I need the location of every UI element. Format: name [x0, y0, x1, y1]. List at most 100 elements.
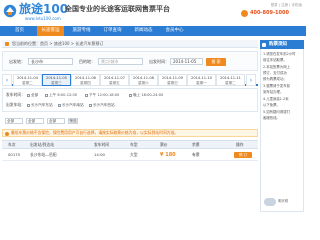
main-panel: 您当前的位置：首页 > 旅途100 > 长途汽车票预订 出发地： 长沙市 目的地…: [2, 40, 258, 212]
date-tab-weekday: 星期四: [80, 81, 91, 85]
checkbox-icon[interactable]: [27, 93, 30, 97]
checkbox-icon[interactable]: [58, 103, 61, 107]
date-tab-weekday: 星期六: [138, 81, 149, 85]
checkbox-icon[interactable]: [85, 93, 88, 97]
notice-bar: 最低车票价格不含保险，保险费用用户可自行选择，请按实际取票价格为准，以实际到站时…: [2, 129, 258, 137]
warning-icon: [5, 131, 9, 136]
date-label: 出发时间：: [149, 59, 169, 64]
date-input[interactable]: 2014-11-05: [170, 58, 203, 65]
cell-code: 00175: [8, 152, 21, 157]
search-form: 出发地： 长沙市 目的地： 景点/城市 出发时间： 2014-11-05 搜 索: [2, 51, 258, 71]
nav-item-tour[interactable]: 旅游专线: [68, 26, 95, 36]
breadcrumb: 您当前的位置：首页 > 旅途100 > 长途汽车票预订: [2, 40, 258, 48]
cloud-icon: [264, 198, 276, 206]
main-nav: 首页 长途客运 旅游专线 订单查询 新闻动态 会员中心: [0, 26, 306, 36]
time-filter-label: 发车时间：: [6, 92, 25, 97]
notice-item: 前往车站取票。: [263, 58, 287, 62]
cell-stations: 长沙东站—岳阳: [30, 152, 57, 157]
col-header-seats: 余票: [192, 142, 200, 147]
notice-item: 客服热线。: [263, 116, 280, 120]
time-option[interactable]: 上午 6:00-12:00: [45, 92, 77, 98]
filter-button[interactable]: 筛选: [68, 118, 78, 124]
checkbox-icon[interactable]: [27, 103, 30, 107]
checkbox-icon[interactable]: [89, 103, 92, 107]
time-option[interactable]: 全部: [27, 92, 38, 98]
col-header-action: 操作: [236, 142, 244, 147]
from-input[interactable]: 长沙市: [28, 58, 73, 65]
time-option-label: 下午 12:00-18:00: [89, 93, 120, 97]
date-tab[interactable]: 2014-11-07 星期五: [100, 74, 129, 86]
side-panel-body: 1.请您在发车前2小时 前往车站取票。 2.本站售票为网上 预订，支付成功 即为…: [260, 49, 304, 212]
table-row: 00175 长沙东站—岳阳 14:00 大型 ¥ 180 有票 预 订: [2, 149, 258, 161]
station-option-label: 长沙汽车东站: [31, 103, 53, 107]
weather-text: 明天晴: [278, 199, 289, 203]
nav-item-news[interactable]: 新闻动态: [130, 26, 157, 36]
station-option[interactable]: 长沙汽车东站: [27, 102, 53, 108]
breadcrumb-text[interactable]: 您当前的位置：首页 > 旅途100 > 长途汽车票预订: [12, 41, 103, 46]
date-tab-weekday: 星期三: [51, 81, 62, 85]
sort-select[interactable]: 全部: [47, 118, 65, 124]
sort-select[interactable]: 全部: [26, 118, 44, 124]
date-tab-weekday: 星期日: [167, 81, 178, 85]
side-panel-title: 购票须知: [260, 40, 304, 49]
cell-seats: 有票: [192, 152, 200, 157]
notice-item: 3.退票请于发车前: [263, 84, 290, 88]
col-header-type: 车型: [130, 142, 138, 147]
sort-select[interactable]: 全部: [5, 118, 23, 124]
sort-bar: 全部 全部 全部 筛选: [2, 115, 258, 126]
from-label: 出发地：: [9, 59, 25, 64]
nav-item-member[interactable]: 会员中心: [161, 26, 188, 36]
to-label: 目的地：: [79, 59, 95, 64]
next-date-button[interactable]: ›: [246, 74, 256, 86]
date-tab[interactable]: 2014-11-10 星期一: [187, 74, 216, 86]
station-option-label: 长沙汽车西站: [93, 103, 115, 107]
date-tab[interactable]: 2014-11-09 星期日: [158, 74, 187, 86]
notice-text: 最低车票价格不含保险，保险费用用户可自行选择，请按实际取票价格为准，以实际到站时…: [11, 130, 179, 135]
station-option-label: 长沙汽车南站: [62, 103, 84, 107]
notice-item: 5.如有疑问请拨打: [263, 110, 290, 114]
time-option[interactable]: 下午 12:00-18:00: [85, 92, 119, 98]
top-links[interactable]: 登录 | 注册 | 手机版: [271, 3, 302, 7]
search-button[interactable]: 搜 索: [206, 58, 226, 66]
notice-item: 到车站办理。: [263, 90, 284, 94]
results-table-header: 车次 出发站/到达站 发车时间 车型 票价 余票 操作: [2, 140, 258, 149]
date-tab[interactable]: 2014-11-08 星期六: [129, 74, 158, 86]
station-filter-label: 出发车站：: [6, 102, 25, 107]
date-tab[interactable]: 2014-11-11 星期二: [216, 74, 245, 86]
date-tab[interactable]: 2014-11-04 星期二: [13, 74, 42, 86]
cell-type: 大型: [130, 152, 138, 157]
col-header-time: 发车时间: [94, 142, 110, 147]
date-tab[interactable]: 2014-11-06 星期四: [71, 74, 100, 86]
site-header: 旅途100 www.lvtu100.com 全国专业的长途客运联网售票平台 登录…: [0, 0, 306, 26]
col-header-code: 车次: [8, 142, 16, 147]
notice-item: 1.请您在发车前2小时: [263, 52, 296, 56]
filter-panel: 发车时间： 全部 上午 6:00-12:00 下午 12:00-18:00 晚上…: [2, 88, 258, 112]
cell-time: 14:00: [94, 152, 105, 157]
col-header-price: 票价: [160, 142, 168, 147]
site-slogan: 全国专业的长途客运联网售票平台: [65, 5, 170, 13]
nav-item-home[interactable]: 首页: [6, 26, 33, 36]
col-header-stations: 出发站/到达站: [30, 142, 55, 147]
logo-icon[interactable]: [3, 4, 18, 18]
nav-item-coach[interactable]: 长途客运: [37, 26, 64, 36]
date-tab-weekday: 星期五: [109, 81, 120, 85]
time-option[interactable]: 晚上 18:00-24:00: [129, 92, 163, 98]
checkbox-icon[interactable]: [129, 93, 132, 97]
station-option[interactable]: 长沙汽车西站: [89, 102, 115, 108]
prev-date-button[interactable]: ‹: [2, 74, 12, 86]
date-tab-weekday: 星期二: [22, 81, 33, 85]
logo-text[interactable]: 旅途100: [19, 2, 68, 16]
date-tab-active[interactable]: 2014-11-05 星期三: [42, 74, 71, 86]
notice-item: 预订，支付成功: [263, 71, 287, 75]
nav-item-orders[interactable]: 订单查询: [99, 26, 126, 36]
to-input[interactable]: 景点/城市: [98, 58, 143, 65]
notice-item: 4.儿童身高1.2米: [263, 97, 289, 101]
checkbox-icon[interactable]: [45, 93, 48, 97]
book-button[interactable]: 预 订: [234, 152, 252, 158]
phone-icon: [241, 10, 248, 17]
info-icon: [262, 42, 266, 47]
notice-item: 以下免票。: [263, 103, 280, 107]
station-option[interactable]: 长沙汽车南站: [58, 102, 84, 108]
side-panel: 购票须知 1.请您在发车前2小时 前往车站取票。 2.本站售票为网上 预订，支付…: [260, 40, 304, 212]
time-option-label: 晚上 18:00-24:00: [133, 93, 164, 97]
